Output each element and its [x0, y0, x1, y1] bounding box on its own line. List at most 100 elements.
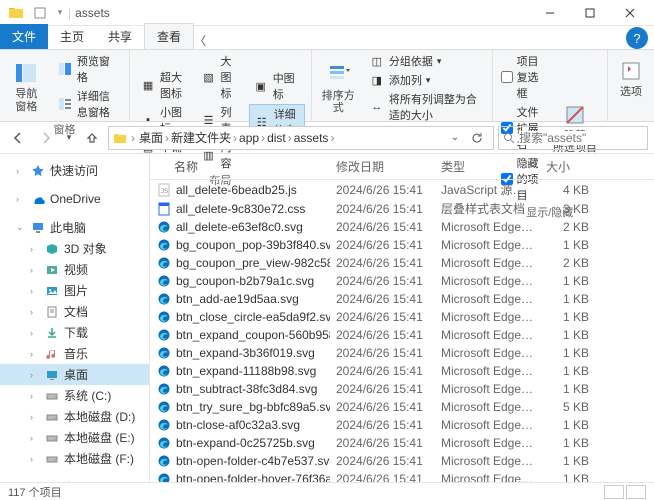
nav-pane-button[interactable]: 导航窗格: [6, 58, 47, 114]
sidebar-item[interactable]: ›本地磁盘 (E:): [0, 427, 149, 448]
sidebar-item[interactable]: ›本地磁盘 (D:): [0, 406, 149, 427]
sidebar-network[interactable]: › 网络: [0, 477, 149, 482]
refresh-button[interactable]: [465, 126, 489, 150]
edge-file-icon: [156, 399, 172, 415]
column-size[interactable]: 大小: [540, 154, 595, 179]
address-bar: ▾ › 桌面›新建文件夹›app›dist›assets› ⌄: [0, 122, 654, 154]
sidebar-item[interactable]: ›图片: [0, 280, 149, 301]
sidebar-item[interactable]: ›文档: [0, 301, 149, 322]
qat-icon[interactable]: [32, 5, 48, 21]
breadcrumb-segment[interactable]: 桌面: [139, 129, 163, 146]
file-row[interactable]: btn_expand-11188b98.svg2024/6/26 15:41Mi…: [150, 362, 654, 380]
ribbon-group-showhide: 项目复选框 文件扩展名 隐藏的项目 隐藏 所选项目 显示/隐藏: [493, 50, 608, 121]
item-checkboxes-toggle[interactable]: 项目复选框: [499, 52, 543, 102]
file-row[interactable]: JSall_delete-6beadb25.js2024/6/26 15:41J…: [150, 180, 654, 199]
close-button[interactable]: [610, 1, 650, 25]
network-icon: [30, 480, 46, 483]
details-pane-button[interactable]: 详细信息窗格: [53, 87, 123, 121]
window-title: assets: [71, 6, 530, 20]
search-icon: [503, 132, 515, 144]
file-row[interactable]: btn-open-folder-c4b7e537.svg2024/6/26 15…: [150, 452, 654, 470]
group-by-button[interactable]: ◫分组依据▾: [365, 52, 486, 70]
breadcrumb[interactable]: › 桌面›新建文件夹›app›dist›assets› ⌄: [108, 126, 494, 150]
file-row[interactable]: btn-close-af0c32a3.svg2024/6/26 15:41Mic…: [150, 416, 654, 434]
status-details-view[interactable]: [604, 485, 624, 499]
file-row[interactable]: bg_coupon_pre_view-982c58f3.svg2024/6/26…: [150, 254, 654, 272]
folder-icon: [8, 5, 24, 21]
file-row[interactable]: btn_close_circle-ea5da9f2.svg2024/6/26 1…: [150, 308, 654, 326]
edge-file-icon: [156, 345, 172, 361]
sidebar-onedrive[interactable]: › OneDrive: [0, 189, 149, 209]
column-date[interactable]: 修改日期: [330, 154, 435, 179]
status-bar: 117 个项目: [0, 482, 654, 500]
column-headers: 名称 修改日期 类型 大小: [150, 154, 654, 180]
options-button[interactable]: 选项: [614, 56, 648, 100]
sidebar-item[interactable]: ›桌面: [0, 364, 149, 385]
file-row[interactable]: btn_add-ae19d5aa.svg2024/6/26 15:41Micro…: [150, 290, 654, 308]
recent-button[interactable]: ▾: [62, 126, 76, 150]
sidebar-item[interactable]: ›3D 对象: [0, 238, 149, 259]
layout-extra-large[interactable]: ▦超大图标: [136, 68, 190, 102]
breadcrumb-segment[interactable]: dist: [267, 131, 286, 145]
file-row[interactable]: btn_expand-3b36f019.svg2024/6/26 15:41Mi…: [150, 344, 654, 362]
column-type[interactable]: 类型: [435, 154, 540, 179]
minimize-button[interactable]: [530, 1, 570, 25]
sidebar-quick-access[interactable]: › 快速访问: [0, 160, 149, 181]
ribbon-collapse-button[interactable]: 〈: [194, 32, 206, 49]
edge-file-icon: [156, 291, 172, 307]
tab-share[interactable]: 共享: [96, 24, 144, 49]
ribbon-group-options: 选项: [608, 50, 654, 121]
status-icons-view[interactable]: [626, 485, 646, 499]
folder-icon: [44, 304, 60, 320]
file-row[interactable]: bg_coupon-b2b79a1c.svg2024/6/26 15:41Mic…: [150, 272, 654, 290]
file-row[interactable]: btn_expand_coupon-560b9581.svg2024/6/26 …: [150, 326, 654, 344]
cloud-icon: [30, 191, 46, 207]
edge-file-icon: [156, 219, 172, 235]
file-row[interactable]: btn-open-folder-hover-76f36af7.svg2024/6…: [150, 470, 654, 482]
edge-file-icon: [156, 363, 172, 379]
up-button[interactable]: [80, 126, 104, 150]
search-box[interactable]: [498, 126, 648, 150]
qat-dropdown-icon[interactable]: ▾: [56, 5, 64, 21]
tab-file[interactable]: 文件: [0, 24, 48, 49]
edge-file-icon: [156, 471, 172, 482]
tab-view[interactable]: 查看: [144, 23, 194, 49]
sidebar-item[interactable]: ›下载: [0, 322, 149, 343]
breadcrumb-segment[interactable]: app: [239, 131, 259, 145]
css-file-icon: [156, 201, 172, 217]
nav-sidebar: › 快速访问 › OneDrive ⌄ 此电脑 ›3D 对象›视频›图片›文档›…: [0, 154, 150, 482]
sort-button[interactable]: 排序方式: [318, 60, 359, 116]
file-row[interactable]: all_delete-e63ef8c0.svg2024/6/26 15:41Mi…: [150, 218, 654, 236]
drive-icon: [44, 409, 60, 425]
help-button[interactable]: ?: [626, 27, 648, 49]
address-dropdown[interactable]: ⌄: [447, 126, 463, 150]
layout-medium[interactable]: ▣中图标: [249, 69, 305, 103]
file-row[interactable]: all_delete-9c830e72.css2024/6/26 15:41层叠…: [150, 199, 654, 218]
add-columns-button[interactable]: ◨添加列▾: [365, 71, 486, 89]
file-row[interactable]: btn_subtract-38fc3d84.svg2024/6/26 15:41…: [150, 380, 654, 398]
file-row[interactable]: bg_coupon_pop-39b3f840.svg2024/6/26 15:4…: [150, 236, 654, 254]
maximize-button[interactable]: [570, 1, 610, 25]
file-row[interactable]: btn_try_sure_bg-bbfc89a5.svg2024/6/26 15…: [150, 398, 654, 416]
sidebar-item[interactable]: ›系统 (C:): [0, 385, 149, 406]
file-row[interactable]: btn-expand-0c25725b.svg2024/6/26 15:41Mi…: [150, 434, 654, 452]
folder-icon: [113, 131, 127, 145]
breadcrumb-segment[interactable]: 新建文件夹: [171, 129, 231, 146]
sidebar-item[interactable]: ›本地磁盘 (F:): [0, 448, 149, 469]
sidebar-this-pc[interactable]: ⌄ 此电脑: [0, 217, 149, 238]
folder-icon: [44, 283, 60, 299]
sidebar-item[interactable]: ›音乐: [0, 343, 149, 364]
breadcrumb-segment[interactable]: assets: [294, 131, 329, 145]
size-all-columns-button[interactable]: ↔将所有列调整为合适的大小: [365, 90, 486, 124]
forward-button[interactable]: [34, 126, 58, 150]
preview-pane-button[interactable]: 预览窗格: [53, 52, 123, 86]
search-input[interactable]: [519, 131, 643, 145]
column-name[interactable]: 名称: [150, 154, 330, 179]
layout-large[interactable]: ▧大图标: [197, 52, 243, 102]
pc-icon: [30, 220, 46, 236]
sidebar-item[interactable]: ›视频: [0, 259, 149, 280]
back-button[interactable]: [6, 126, 30, 150]
tab-home[interactable]: 主页: [48, 24, 96, 49]
star-icon: [30, 163, 46, 179]
ribbon: 导航窗格 预览窗格 详细信息窗格 窗格 ▦超大图标 ▪小图标 ▤平铺 ▧大图标 …: [0, 50, 654, 122]
